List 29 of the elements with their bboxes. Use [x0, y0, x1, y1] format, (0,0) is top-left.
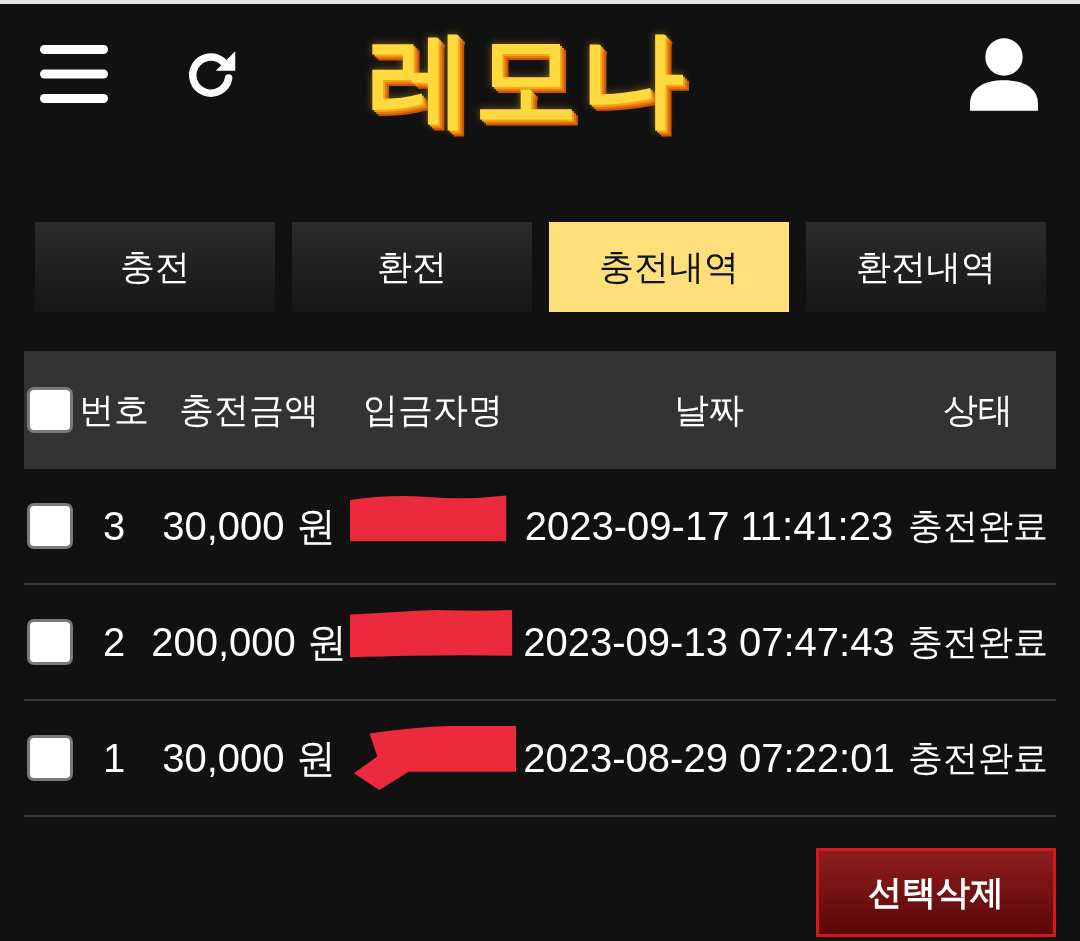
table-cell: 3 [102, 503, 126, 549]
table-cell: 2023-09-17 11:41:23 [524, 503, 894, 549]
checkbox[interactable] [27, 387, 73, 433]
table-cell-text: 30,000 원 [162, 734, 336, 782]
checkbox[interactable] [27, 619, 73, 665]
tab[interactable]: 환전내역 [806, 222, 1046, 312]
logo: 레모나 [368, 19, 686, 130]
menu-icon[interactable] [40, 45, 108, 103]
table-cell: 1 [102, 735, 126, 781]
table-cell-text: 30,000 원 [162, 502, 336, 550]
user-icon[interactable] [970, 37, 1038, 111]
table-cell: 2 [102, 619, 126, 665]
column-header: 날짜 [674, 388, 744, 431]
checkbox[interactable] [27, 735, 73, 781]
tab[interactable]: 충전내역 [549, 222, 789, 312]
checkbox[interactable] [27, 503, 73, 549]
table-cell-text: 충전완료 [908, 504, 1048, 547]
table-cell-text: 충전완료 [908, 736, 1048, 779]
table-cell: 2023-08-29 07:22:01 [523, 735, 895, 781]
table-cell: 2023-09-13 07:47:43 [523, 619, 895, 665]
tab[interactable]: 충전 [35, 222, 275, 312]
table-cell-text: 200,000 원 [151, 618, 347, 666]
column-header: 충전금액 [179, 388, 319, 431]
column-header: 상태 [943, 388, 1013, 431]
tab[interactable]: 환전 [292, 222, 532, 312]
column-header: 입금자명 [363, 388, 503, 431]
column-header: 번호 [79, 388, 149, 431]
delete-selected-button[interactable]: 선택삭제 [816, 848, 1056, 937]
table-cell-text: 충전완료 [908, 620, 1048, 663]
